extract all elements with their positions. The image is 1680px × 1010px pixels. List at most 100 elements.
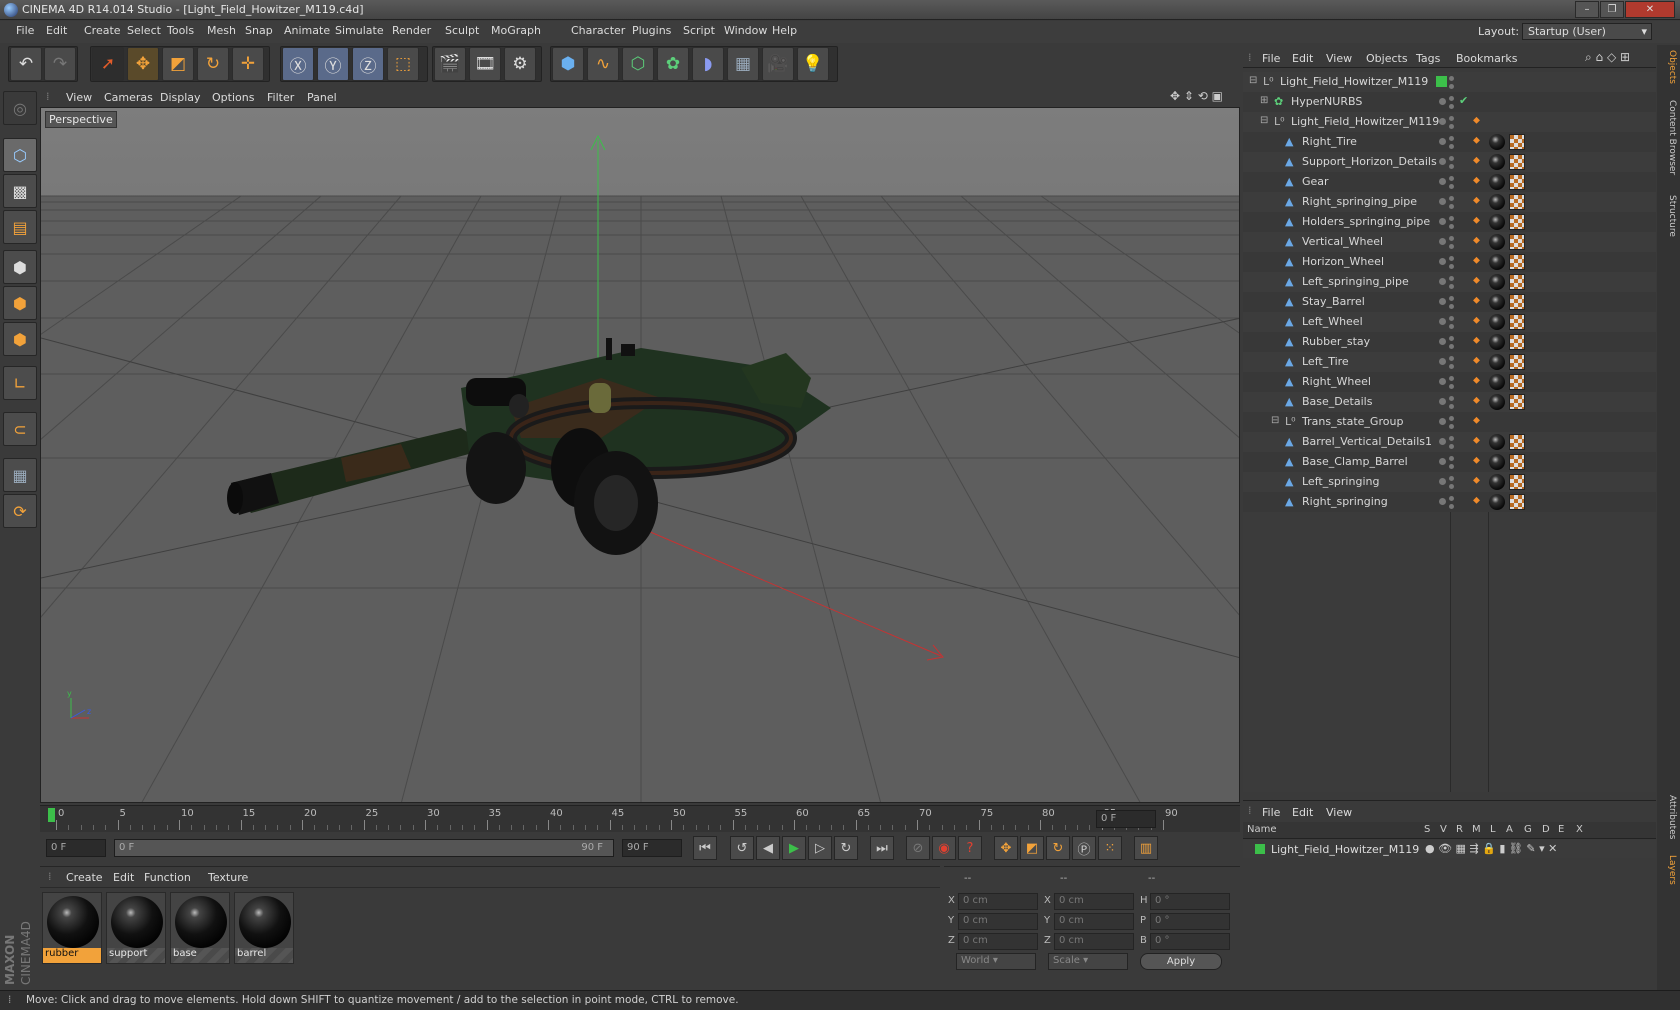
scale-select[interactable]: Scale ▾: [1048, 953, 1128, 970]
expand-toggle-icon[interactable]: ⊟: [1249, 75, 1257, 86]
texture-tag[interactable]: [1509, 334, 1525, 350]
phong-tag-icon[interactable]: ⬥: [1473, 215, 1485, 227]
viewport-menu-filter[interactable]: Filter: [267, 91, 294, 104]
snap-grid-icon[interactable]: ▦: [3, 458, 37, 492]
material-tag[interactable]: [1489, 494, 1505, 510]
render-visibility-dot[interactable]: [1449, 464, 1454, 469]
live-select-icon[interactable]: ✛: [232, 47, 264, 81]
menu-script[interactable]: Script: [683, 24, 715, 37]
menu-select[interactable]: Select: [127, 24, 161, 37]
object-row[interactable]: ▲ Stay_Barrel ⬥: [1243, 292, 1656, 312]
layout-select[interactable]: Startup (User) ▾: [1522, 23, 1652, 40]
layer-column-name[interactable]: Name: [1247, 824, 1277, 835]
phong-tag-icon[interactable]: ⬥: [1473, 275, 1485, 287]
menu-animate[interactable]: Animate: [284, 24, 330, 37]
size-z-field[interactable]: 0 cm: [1054, 933, 1134, 950]
render-visibility-dot[interactable]: [1449, 156, 1454, 161]
size-x-field[interactable]: 0 cm: [1054, 893, 1134, 910]
expand-toggle-icon[interactable]: ⊟: [1260, 115, 1268, 126]
object-row[interactable]: ▲ Left_Wheel ⬥: [1243, 312, 1656, 332]
object-name[interactable]: Left_Wheel: [1302, 315, 1363, 328]
render-visibility-dot[interactable]: [1449, 176, 1454, 181]
edges-mode-icon[interactable]: ⬢: [3, 286, 37, 320]
object-name[interactable]: Right_Tire: [1302, 135, 1357, 148]
material-menu-create[interactable]: Create: [66, 871, 103, 884]
material-base[interactable]: base: [170, 892, 230, 964]
menu-window[interactable]: Window: [724, 24, 767, 37]
editor-visibility-dot[interactable]: [1439, 258, 1446, 265]
cube-icon[interactable]: ⬢: [552, 47, 584, 81]
texture-tag[interactable]: [1509, 294, 1525, 310]
material-menu-edit[interactable]: Edit: [113, 871, 134, 884]
rotation-h-field[interactable]: 0 °: [1150, 893, 1230, 910]
render-visibility-dot[interactable]: [1449, 436, 1454, 441]
phong-tag-icon[interactable]: ⬥: [1473, 495, 1485, 507]
texture-tag[interactable]: [1509, 494, 1525, 510]
object-row[interactable]: ▲ Barrel_Vertical_Details1 ⬥: [1243, 432, 1656, 452]
layer-menu-file[interactable]: File: [1262, 806, 1280, 819]
polygons-mode-icon[interactable]: ⬢: [3, 322, 37, 356]
editor-visibility-dot[interactable]: [1439, 358, 1446, 365]
object-name[interactable]: Rubber_stay: [1302, 335, 1370, 348]
editor-visibility-dot[interactable]: [1439, 158, 1446, 165]
object-menu-view[interactable]: View: [1326, 52, 1352, 65]
viewport-menu-options[interactable]: Options: [212, 91, 254, 104]
object-manager-tools-icons[interactable]: ⌕ ⌂ ◇ ⊞: [1585, 50, 1630, 65]
object-row[interactable]: ⊟ L⁰ Light_Field_Howitzer_M119: [1243, 72, 1656, 92]
editor-visibility-dot[interactable]: [1439, 338, 1446, 345]
object-name[interactable]: Left_springing: [1302, 475, 1379, 488]
layer-column-v[interactable]: V: [1440, 824, 1447, 835]
editor-visibility-dot[interactable]: [1439, 98, 1446, 105]
layer-color-swatch[interactable]: [1255, 844, 1265, 854]
material-tag[interactable]: [1489, 394, 1505, 410]
render-visibility-dot[interactable]: [1449, 236, 1454, 241]
object-row[interactable]: ⊟ L⁰ Trans_state_Group ⬥: [1243, 412, 1656, 432]
material-rubber[interactable]: rubber: [42, 892, 102, 964]
render-visibility-dot[interactable]: [1449, 144, 1454, 149]
editor-visibility-dot[interactable]: [1439, 218, 1446, 225]
render-visibility-dot[interactable]: [1449, 384, 1454, 389]
side-tab-attributes[interactable]: Attributes: [1660, 795, 1677, 839]
select-arrow-icon[interactable]: ➚: [92, 47, 124, 81]
min-time-field[interactable]: 0 F: [46, 839, 106, 857]
coordinate-system-icon[interactable]: ⬚: [387, 47, 419, 81]
render-visibility-dot[interactable]: [1449, 496, 1454, 501]
editor-visibility-dot[interactable]: [1439, 118, 1446, 125]
x-axis-lock-icon[interactable]: Ⓧ: [282, 47, 314, 81]
position-z-field[interactable]: 0 cm: [958, 933, 1038, 950]
menu-simulate[interactable]: Simulate: [335, 24, 384, 37]
object-name[interactable]: HyperNURBS: [1291, 95, 1362, 108]
texture-tag[interactable]: [1509, 194, 1525, 210]
object-name[interactable]: Stay_Barrel: [1302, 295, 1365, 308]
expand-toggle-icon[interactable]: ⊟: [1271, 415, 1279, 426]
object-row[interactable]: ▲ Right_Tire ⬥: [1243, 132, 1656, 152]
material-tag[interactable]: [1489, 294, 1505, 310]
layer-column-r[interactable]: R: [1456, 824, 1463, 835]
layer-column-d[interactable]: D: [1542, 824, 1550, 835]
render-visibility-dot[interactable]: [1449, 84, 1454, 89]
render-visibility-dot[interactable]: [1449, 264, 1454, 269]
texture-tag[interactable]: [1509, 374, 1525, 390]
render-visibility-dot[interactable]: [1449, 344, 1454, 349]
position-y-field[interactable]: 0 cm: [958, 913, 1038, 930]
current-frame-field[interactable]: 0 F: [1096, 810, 1156, 828]
object-name[interactable]: Light_Field_Howitzer_M119: [1280, 75, 1428, 88]
render-visibility-dot[interactable]: [1449, 96, 1454, 101]
object-name[interactable]: Support_Horizon_Details: [1302, 155, 1437, 168]
layer-flag-icons[interactable]: ● 👁 ▦ ⇶ 🔒 ▮ ⛓ ✎ ▾ ✕: [1425, 842, 1557, 855]
editor-visibility-dot[interactable]: [1439, 378, 1446, 385]
menu-sculpt[interactable]: Sculpt: [445, 24, 479, 37]
menu-help[interactable]: Help: [772, 24, 797, 37]
render-visibility-dot[interactable]: [1449, 284, 1454, 289]
phong-tag-icon[interactable]: ⬥: [1473, 235, 1485, 247]
phong-tag-icon[interactable]: ⬥: [1473, 435, 1485, 447]
render-visibility-dot[interactable]: [1449, 396, 1454, 401]
texture-tag[interactable]: [1509, 474, 1525, 490]
material-support[interactable]: support: [106, 892, 166, 964]
texture-tag[interactable]: [1509, 314, 1525, 330]
timeline-ruler[interactable]: 051015202530354045505560657075808590 0 F: [40, 805, 1240, 832]
layer-name[interactable]: Light_Field_Howitzer_M119: [1271, 843, 1419, 856]
object-name[interactable]: Right_springing: [1302, 495, 1388, 508]
layer-color-swatch[interactable]: [1436, 76, 1447, 87]
render-visibility-dot[interactable]: [1449, 136, 1454, 141]
